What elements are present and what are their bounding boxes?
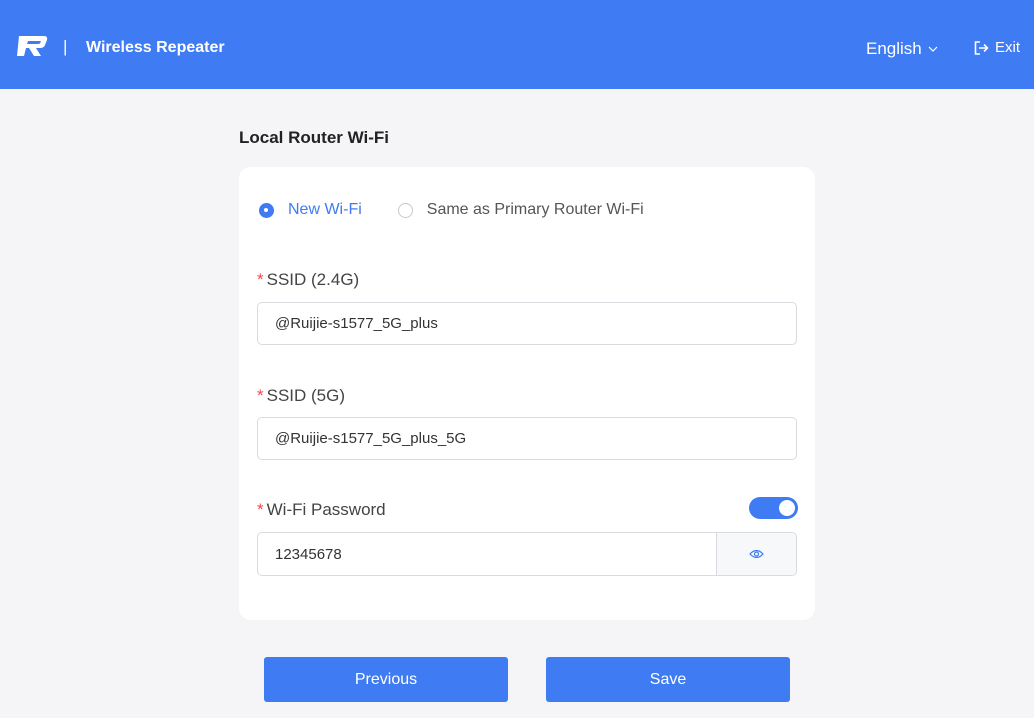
required-mark: * [257, 500, 264, 519]
radio-label: New Wi-Fi [288, 201, 362, 218]
language-label: English [866, 39, 922, 58]
password-enable-toggle[interactable] [749, 497, 798, 519]
chevron-down-icon [928, 46, 938, 52]
section-title: Local Router Wi-Fi [239, 128, 390, 147]
wifi-password-field [257, 532, 797, 576]
toggle-knob [779, 500, 795, 516]
required-mark: * [257, 270, 264, 289]
top-bar: | Wireless Repeater English Exit [0, 0, 1034, 89]
ssid-24g-label: * SSID (2.4G) [257, 270, 360, 289]
ssid-5g-label: * SSID (5G) [257, 386, 346, 405]
ruijie-logo-icon [17, 36, 48, 56]
wifi-settings-card: New Wi-Fi Same as Primary Router Wi-Fi *… [239, 167, 815, 620]
ssid-24g-input[interactable] [257, 302, 797, 345]
radio-new-wifi[interactable]: New Wi-Fi [259, 201, 362, 219]
logo-separator: | [63, 37, 68, 56]
radio-label: Same as Primary Router Wi-Fi [426, 201, 644, 218]
exit-label: Exit [995, 39, 1021, 56]
app-title: Wireless Repeater [86, 39, 225, 56]
save-button[interactable]: Save [546, 657, 790, 702]
ssid-5g-input[interactable] [257, 417, 797, 460]
exit-button[interactable]: Exit [973, 39, 1020, 56]
show-password-button[interactable] [716, 533, 796, 575]
logout-icon [974, 40, 989, 55]
required-mark: * [257, 386, 264, 405]
language-selector[interactable]: English [866, 39, 938, 59]
wifi-password-input[interactable] [258, 533, 716, 575]
previous-button[interactable]: Previous [264, 657, 508, 702]
radio-unchecked-icon [397, 202, 413, 218]
wifi-mode-radio-group: New Wi-Fi Same as Primary Router Wi-Fi [259, 201, 644, 219]
eye-icon [749, 549, 764, 559]
radio-checked-icon [259, 202, 274, 218]
radio-same-as-primary[interactable]: Same as Primary Router Wi-Fi [397, 201, 644, 219]
wifi-password-label: * Wi-Fi Password [257, 500, 386, 519]
